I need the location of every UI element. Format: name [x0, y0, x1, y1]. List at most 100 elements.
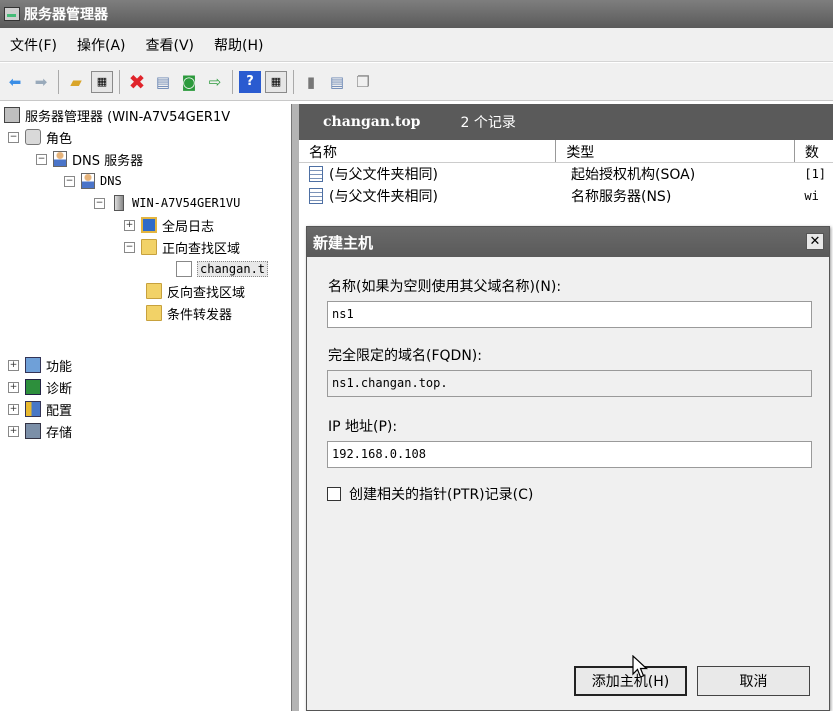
folder-up-icon[interactable]: ▰	[65, 71, 87, 93]
tree-item-global-logs[interactable]: + 全局日志	[124, 214, 214, 236]
tree-label: DNS	[100, 174, 122, 188]
tree-label: 诊断	[46, 381, 73, 397]
column-header-data[interactable]: 数	[795, 140, 833, 162]
record-name: (与父文件夹相同)	[329, 189, 438, 205]
tree-item-features[interactable]: + 功能	[8, 354, 72, 376]
record-type: 起始授权机构(SOA)	[571, 167, 696, 183]
view-icon[interactable]: ▦	[265, 70, 287, 93]
record-icon	[309, 188, 323, 204]
forward-arrow-icon[interactable]: ➡	[30, 71, 52, 93]
tree-item-zone[interactable]: changan.t	[176, 258, 269, 280]
help-icon[interactable]: ?	[239, 70, 261, 93]
menu-view[interactable]: 查看(V)	[146, 35, 195, 55]
collapse-icon[interactable]: −	[8, 131, 19, 143]
table-row[interactable]: (与父文件夹相同) 名称服务器(NS) wi	[299, 185, 833, 207]
zone-file-icon	[176, 261, 192, 277]
tree-item-roles[interactable]: − 角色	[8, 126, 72, 148]
ip-label: IP 地址(P):	[328, 419, 398, 435]
menu-action[interactable]: 操作(A)	[77, 35, 126, 55]
roles-icon	[25, 129, 41, 145]
configuration-icon	[25, 401, 41, 417]
dialog-titlebar[interactable]: 新建主机 ✕	[307, 227, 829, 257]
tree-label: DNS 服务器	[72, 153, 144, 169]
zone-title: changan.top	[323, 114, 421, 130]
ptr-checkbox-row[interactable]: 创建相关的指针(PTR)记录(C)	[327, 484, 533, 504]
tree-label: 正向查找区域	[162, 241, 241, 257]
toolbar-separator	[58, 69, 59, 94]
ip-address-input[interactable]: 192.168.0.108	[327, 441, 812, 468]
expand-icon[interactable]: +	[8, 425, 19, 437]
dns-server-icon	[53, 151, 67, 167]
tree-label: 角色	[46, 131, 73, 147]
record-type: 名称服务器(NS)	[571, 189, 672, 205]
tree-label: 功能	[46, 359, 73, 375]
refresh-icon[interactable]: ◙	[178, 71, 200, 93]
menu-help[interactable]: 帮助(H)	[214, 35, 263, 55]
name-input[interactable]: ns1	[327, 301, 812, 328]
export-icon[interactable]: ⇨	[204, 71, 226, 93]
record-list-icon[interactable]: ▮	[300, 71, 322, 93]
name-label: 名称(如果为空则使用其父域名称)(N):	[328, 279, 562, 295]
tree-item-storage[interactable]: + 存储	[8, 420, 72, 442]
ptr-checkbox[interactable]	[327, 487, 341, 501]
new-host-dialog: 新建主机 ✕ 名称(如果为空则使用其父域名称)(N): ns1 完全限定的域名(…	[306, 226, 830, 711]
toolbar-separator	[293, 69, 294, 94]
folder-icon	[146, 305, 162, 321]
toolbar: ⬅ ➡ ▰ ▦ ✖ ▤ ◙ ⇨ ? ▦ ▮ ▤ ❐	[0, 63, 833, 101]
menu-bar: 文件(F) 操作(A) 查看(V) 帮助(H)	[0, 28, 833, 62]
expand-icon[interactable]: +	[8, 381, 19, 393]
dns-icon	[81, 173, 95, 189]
column-header-type[interactable]: 类型	[556, 140, 795, 162]
show-hide-tree-icon[interactable]: ▦	[91, 70, 113, 93]
tree-label: 存储	[46, 425, 73, 441]
ptr-checkbox-label: 创建相关的指针(PTR)记录(C)	[349, 487, 534, 503]
tree-item-server[interactable]: − WIN-A7V54GER1VU	[94, 192, 240, 214]
tree-item-server-manager[interactable]: 服务器管理器 (WIN-A7V54GER1V	[4, 104, 230, 126]
tree-item-configuration[interactable]: + 配置	[8, 398, 72, 420]
storage-icon	[25, 423, 41, 439]
properties-icon[interactable]: ▤	[152, 71, 174, 93]
tree-label: 条件转发器	[167, 307, 233, 323]
close-icon[interactable]: ✕	[806, 233, 824, 250]
record-data: [1]	[804, 167, 827, 181]
add-host-button[interactable]: 添加主机(H)	[574, 666, 687, 696]
tree-label: 全局日志	[162, 219, 215, 235]
server-manager-icon	[4, 107, 20, 123]
record-data: wi	[804, 189, 819, 203]
toolbar-separator	[232, 69, 233, 94]
tree-item-dns-server[interactable]: − DNS 服务器	[36, 148, 143, 170]
column-headers: 名称 类型 数	[299, 140, 833, 163]
fqdn-field: ns1.changan.top.	[327, 370, 812, 397]
collapse-icon[interactable]: −	[124, 241, 135, 253]
column-header-name[interactable]: 名称	[299, 140, 557, 162]
pane-splitter[interactable]	[291, 104, 299, 711]
mouse-pointer-icon	[632, 655, 649, 678]
tree-item-conditional-forwarders[interactable]: 条件转发器	[146, 302, 232, 324]
tree-item-diagnostics[interactable]: + 诊断	[8, 376, 72, 398]
global-logs-icon	[141, 217, 157, 233]
record-count: 2 个记录	[460, 115, 516, 131]
cancel-button[interactable]: 取消	[697, 666, 810, 696]
tree-item-dns[interactable]: − DNS	[64, 170, 122, 192]
tree-label: WIN-A7V54GER1VU	[132, 196, 241, 210]
menu-file[interactable]: 文件(F)	[10, 35, 57, 55]
expand-icon[interactable]: +	[8, 359, 19, 371]
collapse-icon[interactable]: −	[94, 197, 105, 209]
features-icon	[25, 357, 41, 373]
table-row[interactable]: (与父文件夹相同) 起始授权机构(SOA) [1]	[299, 163, 833, 185]
collapse-icon[interactable]: −	[36, 153, 47, 165]
delete-icon[interactable]: ✖	[126, 70, 148, 94]
collapse-icon[interactable]: −	[64, 175, 75, 187]
tree-item-reverse-zones[interactable]: 反向查找区域	[146, 280, 245, 302]
diagnostics-icon	[25, 379, 41, 395]
server-manager-app-icon	[4, 7, 20, 21]
records-header: changan.top 2 个记录	[299, 104, 833, 140]
record-copy-icon[interactable]: ❐	[352, 71, 374, 93]
tree-label: changan.t	[197, 261, 269, 277]
back-arrow-icon[interactable]: ⬅	[4, 71, 26, 93]
tree-item-forward-zones[interactable]: − 正向查找区域	[124, 236, 240, 258]
record-detail-icon[interactable]: ▤	[326, 71, 348, 93]
expand-icon[interactable]: +	[8, 403, 19, 415]
folder-icon	[141, 239, 157, 255]
expand-icon[interactable]: +	[124, 219, 135, 231]
